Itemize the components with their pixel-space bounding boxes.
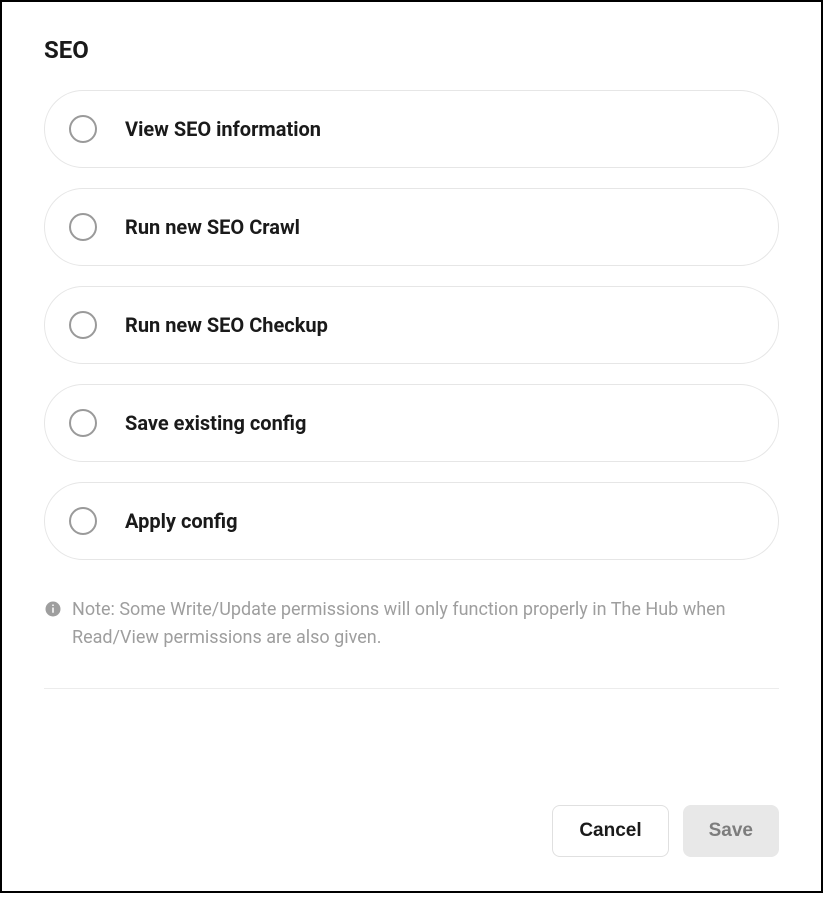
option-apply-config[interactable]: Apply config <box>44 482 779 560</box>
option-label: Apply config <box>125 509 238 533</box>
radio-icon[interactable] <box>69 115 97 143</box>
radio-icon[interactable] <box>69 213 97 241</box>
option-save-existing-config[interactable]: Save existing config <box>44 384 779 462</box>
save-button[interactable]: Save <box>683 805 779 857</box>
panel-footer: Cancel Save <box>2 805 821 891</box>
section-title: SEO <box>44 36 779 64</box>
radio-icon[interactable] <box>69 507 97 535</box>
option-run-new-seo-crawl[interactable]: Run new SEO Crawl <box>44 188 779 266</box>
option-run-new-seo-checkup[interactable]: Run new SEO Checkup <box>44 286 779 364</box>
note-block: Note: Some Write/Update permissions will… <box>44 596 779 689</box>
option-view-seo-information[interactable]: View SEO information <box>44 90 779 168</box>
option-label: View SEO information <box>125 117 321 141</box>
info-icon <box>44 600 62 618</box>
option-list: View SEO information Run new SEO Crawl R… <box>44 90 779 560</box>
option-label: Save existing config <box>125 411 306 435</box>
note-text: Note: Some Write/Update permissions will… <box>72 596 779 652</box>
radio-icon[interactable] <box>69 311 97 339</box>
option-label: Run new SEO Checkup <box>125 313 328 337</box>
radio-icon[interactable] <box>69 409 97 437</box>
panel-content: SEO View SEO information Run new SEO Cra… <box>2 2 821 805</box>
permissions-panel: SEO View SEO information Run new SEO Cra… <box>0 0 823 893</box>
cancel-button[interactable]: Cancel <box>552 805 668 857</box>
option-label: Run new SEO Crawl <box>125 215 300 239</box>
